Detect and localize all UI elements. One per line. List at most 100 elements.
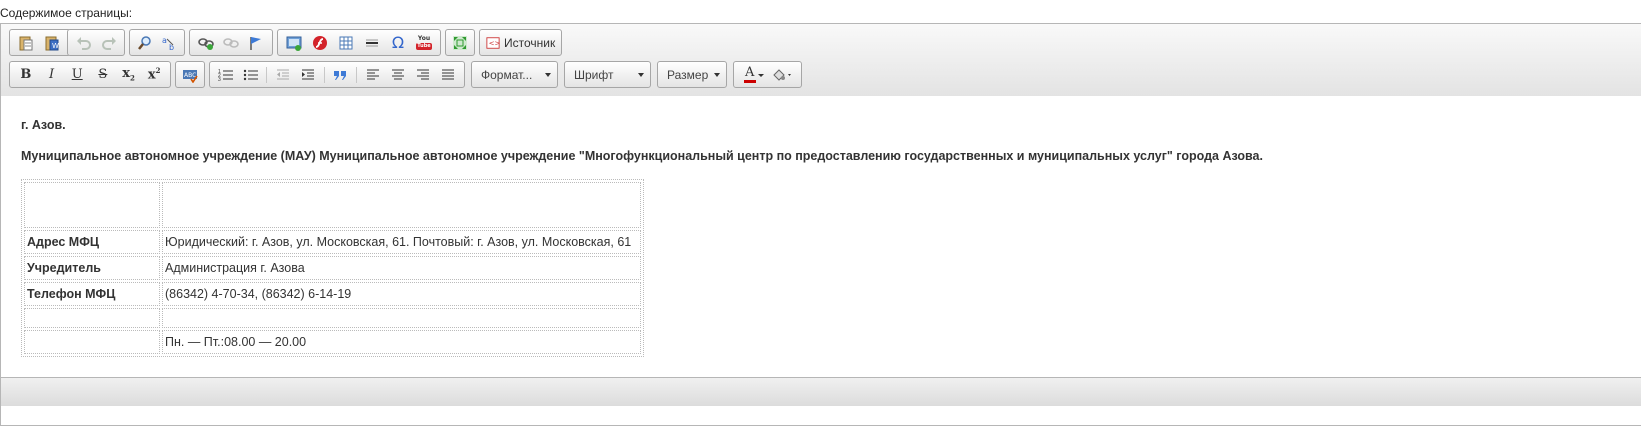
bulleted-list-icon	[243, 69, 258, 80]
indent-button[interactable]	[296, 64, 321, 86]
spellcheck-button[interactable]: ABC	[179, 64, 201, 86]
link-button[interactable]	[193, 32, 218, 54]
toolbar-separator	[323, 66, 325, 83]
flash-button[interactable]	[307, 32, 333, 54]
source-button[interactable]: <> Источник	[479, 29, 562, 56]
indent-icon	[302, 69, 315, 79]
organization-heading: Муниципальное автономное учреждение (МАУ…	[21, 149, 1263, 163]
undo-button[interactable]	[71, 32, 96, 54]
align-center-icon	[391, 69, 404, 79]
paste-word-icon: W	[45, 36, 59, 50]
table-cell-value: (86342) 4-70-34, (86342) 6-14-19	[162, 282, 641, 306]
background-color-button[interactable]	[767, 64, 797, 86]
rich-text-editor: W ab Ω You Tube <> Источник B I U S x2 x…	[0, 23, 1641, 426]
justify-button[interactable]	[436, 64, 461, 86]
subscript-mark: 2	[129, 73, 135, 83]
align-right-button[interactable]	[411, 64, 436, 86]
table-row: Пн. — Пт.:08.00 — 20.00	[24, 330, 641, 354]
size-dropdown[interactable]: Размер	[657, 61, 727, 88]
underline-button[interactable]: U	[64, 64, 90, 86]
table-row: Телефон МФЦ (86342) 4-70-34, (86342) 6-1…	[24, 282, 641, 306]
table-cell-key: Учредитель	[24, 256, 160, 280]
spellcheck-icon: ABC	[183, 69, 198, 83]
history-group	[67, 29, 125, 56]
find-button[interactable]	[133, 32, 157, 54]
align-left-button[interactable]	[360, 64, 385, 86]
flag-icon	[250, 36, 262, 50]
subscript-button[interactable]: x2	[116, 64, 142, 86]
maximize-button[interactable]	[449, 32, 471, 54]
align-center-button[interactable]	[385, 64, 410, 86]
toolbar-separator	[356, 66, 358, 83]
italic-button[interactable]: I	[39, 64, 65, 86]
numbered-list-button[interactable]: 123	[213, 64, 238, 86]
maximize-group	[445, 29, 475, 56]
table-cell-value: Пн. — Пт.:08.00 — 20.00	[162, 330, 641, 354]
city-heading: г. Азов.	[21, 118, 66, 132]
format-dropdown-label: Формат...	[481, 67, 533, 82]
text-color-icon: A	[743, 65, 764, 84]
font-dropdown[interactable]: Шрифт	[564, 61, 651, 88]
chevron-down-icon	[758, 73, 764, 77]
table-cell-key	[24, 308, 160, 328]
superscript-mark: 2	[155, 66, 161, 76]
toolbar-separator	[266, 66, 268, 83]
bold-button[interactable]: B	[13, 64, 39, 86]
table-row: Учредитель Администрация г. Азова	[24, 256, 641, 280]
outdent-icon	[277, 69, 290, 79]
superscript-icon: x2	[148, 66, 161, 82]
strike-button[interactable]: S	[90, 64, 116, 86]
table-button[interactable]	[333, 32, 359, 54]
source-label: Источник	[504, 35, 556, 50]
flash-icon	[313, 35, 327, 50]
redo-button[interactable]	[96, 32, 121, 54]
paint-bucket-icon	[773, 68, 791, 81]
image-button[interactable]	[281, 32, 307, 54]
youtube-button[interactable]: You Tube	[411, 32, 437, 54]
paste-word-button[interactable]: W	[39, 32, 65, 54]
replace-icon: ab	[162, 36, 174, 51]
chevron-down-icon	[638, 73, 644, 77]
svg-text:<>: <>	[489, 39, 500, 47]
basic-style-group: B I U S x2 x2	[9, 61, 171, 88]
editor-bottom-bar	[1, 377, 1641, 406]
find-group: ab	[129, 29, 185, 56]
justify-icon	[442, 69, 455, 79]
source-icon: <>	[486, 36, 500, 49]
table-row: Адрес МФЦ Юридический: г. Азов, ул. Моск…	[24, 230, 641, 254]
link-group	[189, 29, 273, 56]
replace-button[interactable]: ab	[157, 32, 181, 54]
text-color-button[interactable]: A	[737, 64, 767, 86]
unlink-icon	[223, 37, 239, 48]
align-left-icon	[366, 69, 379, 79]
image-icon	[286, 36, 302, 51]
subscript-base: x	[122, 66, 130, 82]
outdent-button[interactable]	[270, 64, 295, 86]
unlink-button[interactable]	[218, 32, 243, 54]
redo-icon	[101, 36, 116, 50]
table-cell-key: Адрес МФЦ	[24, 230, 160, 254]
table-cell-value	[162, 182, 641, 228]
underline-icon: U	[71, 67, 83, 82]
subscript-icon: x2	[122, 66, 135, 83]
svg-text:ABC: ABC	[184, 72, 196, 79]
editor-content[interactable]: г. Азов. Муниципальное автономное учрежд…	[1, 96, 1641, 377]
spellcheck-group: ABC	[175, 61, 205, 88]
superscript-button[interactable]: x2	[141, 64, 167, 86]
special-char-button[interactable]: Ω	[385, 32, 411, 54]
field-label: Содержимое страницы:	[0, 6, 133, 20]
editor-toolbar: W ab Ω You Tube <> Источник B I U S x2 x…	[1, 24, 1641, 97]
format-dropdown[interactable]: Формат...	[471, 61, 558, 88]
paste-text-button[interactable]	[13, 32, 39, 54]
table-row	[24, 308, 641, 328]
find-icon	[138, 35, 151, 50]
blockquote-button[interactable]	[328, 64, 353, 86]
bold-icon: B	[20, 67, 32, 82]
table-cell-value: Юридический: г. Азов, ул. Московская, 61…	[162, 230, 641, 254]
table-cell-key: Телефон МФЦ	[24, 282, 160, 306]
horizontal-rule-button[interactable]	[359, 32, 385, 54]
table-cell-value	[162, 308, 641, 328]
size-dropdown-label: Размер	[667, 67, 709, 82]
bulleted-list-button[interactable]	[238, 64, 263, 86]
anchor-button[interactable]	[244, 32, 269, 54]
